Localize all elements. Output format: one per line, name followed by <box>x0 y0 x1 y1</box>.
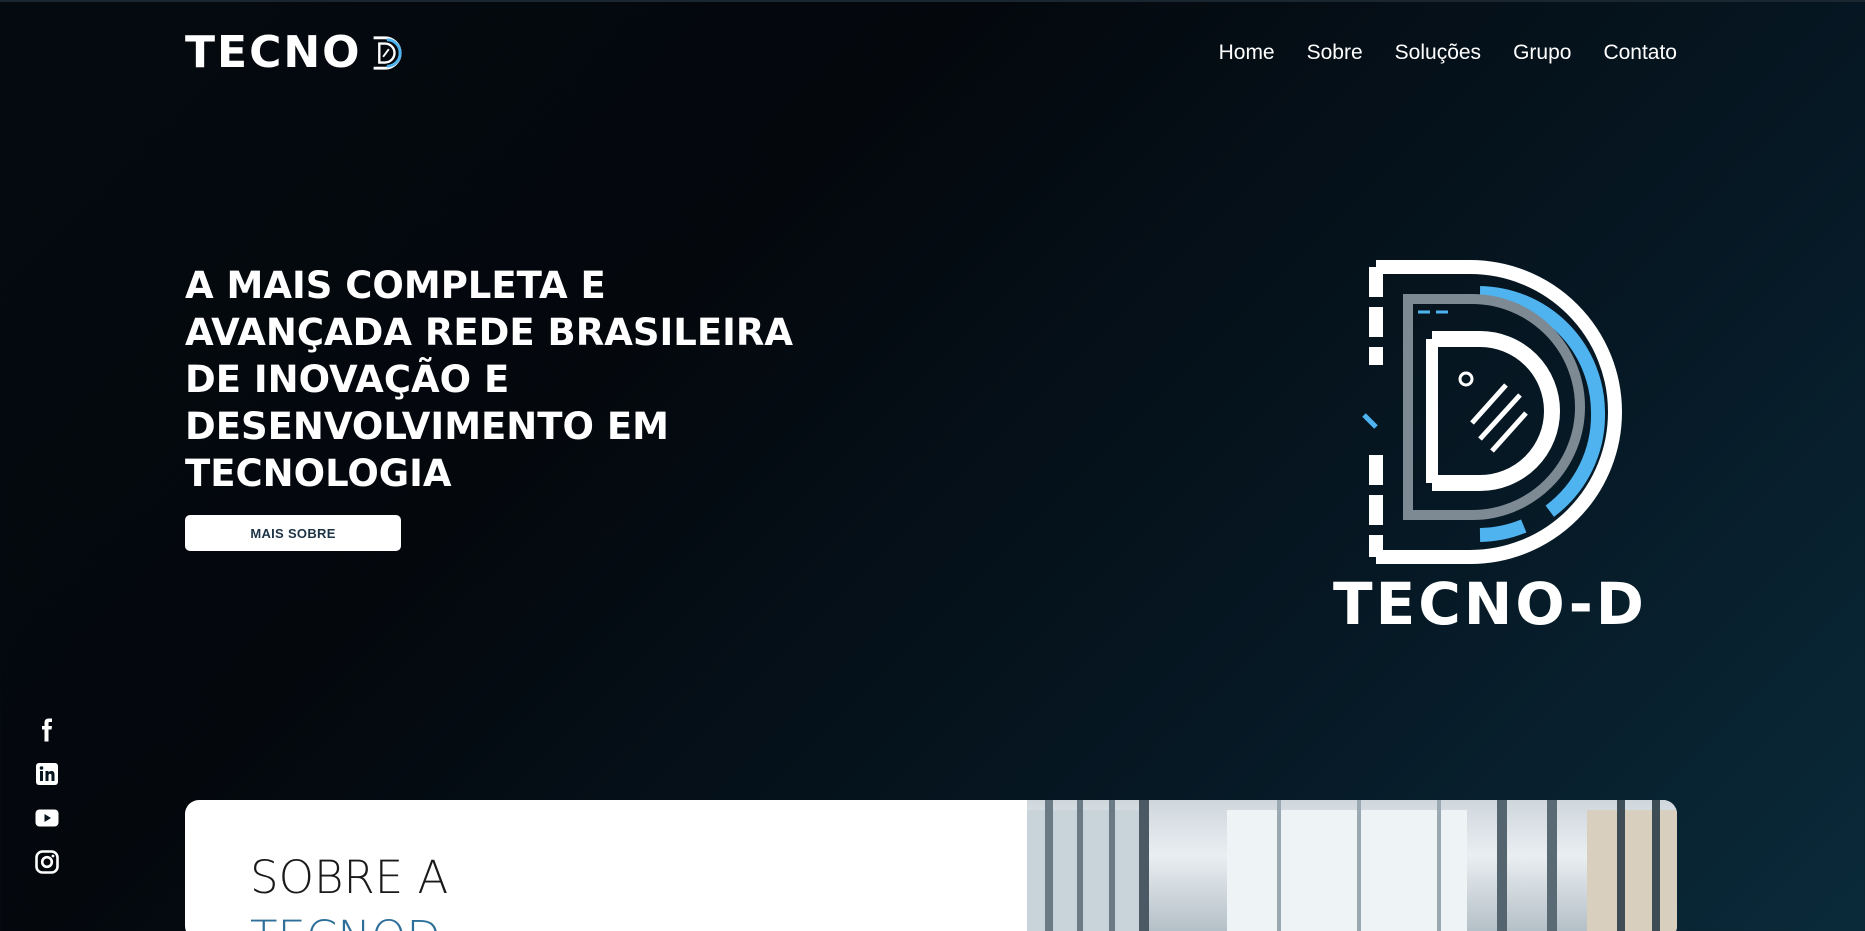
about-title: SOBRE A TECNOD <box>250 848 448 931</box>
about-title-line1: SOBRE A <box>250 851 449 904</box>
photo-pillar <box>1547 800 1557 931</box>
photo-right-wall <box>1587 810 1677 931</box>
instagram-icon[interactable] <box>34 850 60 874</box>
photo-pillar <box>1617 800 1625 931</box>
photo-pillar <box>1077 800 1083 931</box>
hero-title: A MAIS COMPLETA E AVANÇADA REDE BRASILEI… <box>185 264 793 495</box>
photo-pillar <box>1437 800 1441 931</box>
photo-pillar <box>1357 800 1361 931</box>
photo-pillar <box>1045 800 1053 931</box>
top-border <box>0 0 1865 2</box>
photo-pillar <box>1139 800 1149 931</box>
nav-sobre[interactable]: Sobre <box>1307 41 1363 65</box>
about-section: SOBRE A TECNOD <box>185 800 1677 931</box>
tecnod-large-mark-icon <box>1362 260 1623 564</box>
photo-pillar <box>1109 800 1115 931</box>
header-logo[interactable]: TECNO <box>185 31 404 75</box>
nav-grupo[interactable]: Grupo <box>1513 41 1571 65</box>
site-header: TECNO Home Sobre Soluções Grupo Contato <box>185 30 1677 76</box>
photo-pillar <box>1652 800 1660 931</box>
linkedin-icon[interactable] <box>34 762 60 786</box>
office-photo <box>1027 800 1677 931</box>
photo-pillar <box>1277 800 1281 931</box>
main-nav: Home Sobre Soluções Grupo Contato <box>1219 41 1677 65</box>
facebook-icon[interactable] <box>34 718 60 742</box>
photo-center-hall <box>1227 810 1467 931</box>
nav-home[interactable]: Home <box>1219 41 1275 65</box>
hero-logo: TECNO-D <box>1300 255 1680 645</box>
tecnod-mark-icon <box>373 36 402 70</box>
nav-contato[interactable]: Contato <box>1603 41 1677 65</box>
social-links <box>34 718 60 874</box>
nav-solucoes[interactable]: Soluções <box>1395 41 1481 65</box>
mais-sobre-button[interactable]: MAIS SOBRE <box>185 515 401 551</box>
youtube-icon[interactable] <box>34 806 60 830</box>
hero-logo-text: TECNO-D <box>1333 570 1647 638</box>
about-title-line2: TECNOD <box>250 908 448 931</box>
header-logo-text: TECNO <box>185 27 362 78</box>
photo-pillar <box>1497 800 1507 931</box>
